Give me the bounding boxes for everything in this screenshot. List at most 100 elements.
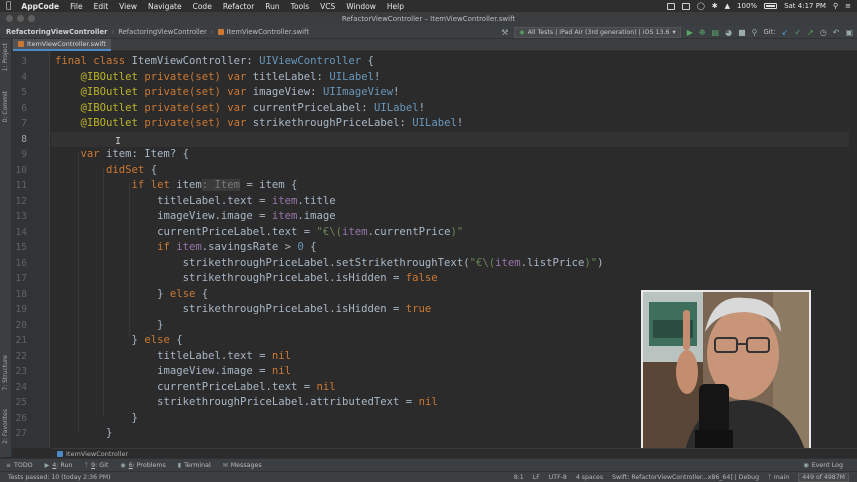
editor-breadcrumb-class[interactable]: ItemViewController bbox=[66, 450, 128, 458]
menu-code[interactable]: Code bbox=[193, 2, 212, 11]
line-number: 3 bbox=[21, 56, 27, 67]
indent-setting[interactable]: 4 spaces bbox=[576, 474, 603, 481]
menu-extras: ◯ ✱ ▲ 100% Sat 4:17 PM ⚲ ≡ bbox=[666, 0, 851, 12]
screen-mirroring-icon[interactable] bbox=[681, 2, 690, 10]
editor-breadcrumb: ItemViewController bbox=[51, 448, 857, 458]
nav-crumb-folder[interactable]: RefactoringViewController bbox=[118, 28, 207, 36]
resolve-context[interactable]: Swift: RefactorViewController...x86_64] … bbox=[612, 474, 759, 481]
code-line-22: titleLabel.text = nil bbox=[157, 349, 292, 362]
run-tool-button[interactable]: ▶ 4: Run bbox=[45, 462, 73, 469]
line-number: 24 bbox=[15, 381, 27, 393]
line-number: 27 bbox=[15, 428, 27, 439]
hammer-build-icon[interactable]: ⚒ bbox=[501, 28, 508, 37]
menu-run[interactable]: Run bbox=[265, 2, 279, 11]
code-line-10: didSet { bbox=[106, 163, 158, 176]
run-configuration-select[interactable]: ◉ All Tests | iPad Air (3rd generation) … bbox=[514, 26, 681, 38]
layout-icon[interactable]: ▣ bbox=[845, 28, 853, 37]
line-number: 6 bbox=[21, 102, 27, 114]
editor-scrollbar[interactable] bbox=[849, 51, 857, 448]
menu-view[interactable]: View bbox=[119, 2, 137, 11]
code-line-9: var item: Item? { bbox=[80, 148, 189, 160]
menu-file[interactable]: File bbox=[70, 2, 83, 11]
menu-vcs[interactable]: VCS bbox=[320, 2, 335, 11]
code-line-20: } bbox=[157, 318, 164, 331]
status-message[interactable]: Tests passed: 10 (today 2:36 PM) bbox=[8, 474, 111, 481]
git-label: Git: bbox=[763, 28, 776, 36]
git-commit-icon[interactable]: ✓ bbox=[794, 28, 801, 37]
timer-icon[interactable]: ◯ bbox=[697, 2, 705, 10]
menu-tools[interactable]: Tools bbox=[291, 2, 309, 11]
messages-tool-button[interactable]: ✉ Messages bbox=[223, 462, 262, 469]
line-number: 11 bbox=[15, 180, 27, 191]
code-line-11: if let item: Item = item { bbox=[131, 179, 298, 191]
apple-icon[interactable]:  bbox=[6, 1, 11, 11]
git-history-icon[interactable]: ◷ bbox=[820, 28, 827, 37]
bluetooth-icon[interactable]: ✱ bbox=[712, 2, 718, 10]
tab-item-view-controller[interactable]: ItemViewController.swift bbox=[13, 39, 111, 51]
window-title-bar: RefactorViewController – ItemViewControl… bbox=[0, 12, 857, 25]
menu-refactor[interactable]: Refactor bbox=[223, 2, 254, 11]
current-line-highlight bbox=[51, 131, 857, 148]
profile-icon[interactable]: ◕ bbox=[725, 28, 732, 37]
code-line-19: strikethroughPriceLabel.isHidden = true bbox=[182, 303, 432, 315]
search-icon[interactable]: ⚲ bbox=[752, 28, 758, 37]
code-line-6: @IBOutlet private(set) var currentPriceL… bbox=[80, 101, 425, 114]
list-icon: ≡ bbox=[6, 461, 12, 469]
menu-window[interactable]: Window bbox=[346, 2, 376, 11]
line-number-gutter[interactable]: 3 4 5 6 7 8 9 10 11 12 13 14 15 16 17 18 19 20 21 22 23 24 25 2… bbox=[12, 51, 60, 448]
code-line-23: imageView.image = nil bbox=[157, 365, 292, 377]
problems-icon: ◉ bbox=[120, 461, 126, 469]
line-number: 21 bbox=[15, 335, 27, 346]
zoom-window-button[interactable] bbox=[28, 15, 35, 22]
terminal-tool-button[interactable]: ▮ Terminal bbox=[178, 462, 211, 469]
wifi-icon[interactable]: ▲ bbox=[725, 2, 730, 10]
nav-crumb-project[interactable]: RefactoringViewController bbox=[6, 28, 107, 36]
notification-center-icon[interactable]: ≡ bbox=[845, 2, 851, 10]
git-rollback-icon[interactable]: ↶ bbox=[833, 28, 840, 37]
code-line-18: } else { bbox=[157, 287, 209, 300]
git-tool-button[interactable]: ᛉ9: Git bbox=[84, 462, 108, 469]
git-push-icon[interactable]: ↗ bbox=[807, 28, 814, 37]
file-encoding[interactable]: UTF-8 bbox=[549, 474, 567, 481]
line-number: 8 bbox=[21, 133, 27, 145]
text-cursor-icon: I bbox=[115, 136, 122, 147]
status-menu-icon[interactable] bbox=[666, 2, 675, 10]
nav-crumb-file[interactable]: ItemViewController.swift bbox=[227, 28, 310, 36]
git-branch[interactable]: ᛉ main bbox=[768, 474, 789, 481]
code-line-26: } bbox=[131, 411, 138, 424]
editor-tab-bar: ItemViewController.swift bbox=[12, 39, 857, 51]
menu-help[interactable]: Help bbox=[387, 2, 404, 11]
menu-navigate[interactable]: Navigate bbox=[148, 2, 182, 11]
code-line-4: @IBOutlet private(set) var titleLabel: U… bbox=[80, 70, 381, 83]
menu-clock[interactable]: Sat 4:17 PM bbox=[784, 2, 826, 10]
run-icon[interactable]: ▶ bbox=[687, 28, 693, 37]
chevron-down-icon: ▾ bbox=[672, 28, 676, 36]
line-number: 19 bbox=[15, 304, 27, 315]
code-line-3: final class ItemViewController: UIViewCo… bbox=[55, 55, 374, 67]
code-line-25: strikethroughPriceLabel.attributedText =… bbox=[157, 396, 438, 408]
code-line-5: @IBOutlet private(set) var imageView: UI… bbox=[80, 86, 400, 98]
minimize-window-button[interactable] bbox=[17, 15, 24, 22]
menu-edit[interactable]: Edit bbox=[94, 2, 109, 11]
coverage-icon[interactable]: ▤ bbox=[712, 28, 720, 37]
window-title: RefactorViewController – ItemViewControl… bbox=[341, 14, 516, 23]
todo-tool-button[interactable]: ≡ TODO bbox=[6, 462, 33, 469]
git-update-icon[interactable]: ↙ bbox=[782, 28, 789, 37]
code-line-16: strikethroughPriceLabel.setStrikethrough… bbox=[182, 256, 604, 269]
line-number: 25 bbox=[15, 397, 27, 408]
test-icon: ◉ bbox=[519, 28, 525, 36]
code-line-15: if item.savingsRate > 0 { bbox=[157, 241, 317, 253]
spotlight-search-icon[interactable]: ⚲ bbox=[833, 2, 838, 10]
stop-icon[interactable]: ■ bbox=[738, 28, 746, 37]
close-window-button[interactable] bbox=[6, 15, 13, 22]
debug-icon[interactable]: ❉ bbox=[699, 28, 706, 37]
menu-app[interactable]: AppCode bbox=[21, 2, 59, 11]
memory-indicator[interactable]: 449 of 4987M bbox=[798, 473, 849, 482]
code-line-27: } bbox=[106, 427, 113, 439]
battery-icon[interactable] bbox=[764, 3, 778, 9]
problems-tool-button[interactable]: ◉ 6: Problems bbox=[120, 462, 165, 469]
swift-file-icon bbox=[18, 41, 24, 47]
caret-position[interactable]: 8:1 bbox=[514, 474, 524, 481]
line-separator[interactable]: LF bbox=[533, 474, 540, 481]
